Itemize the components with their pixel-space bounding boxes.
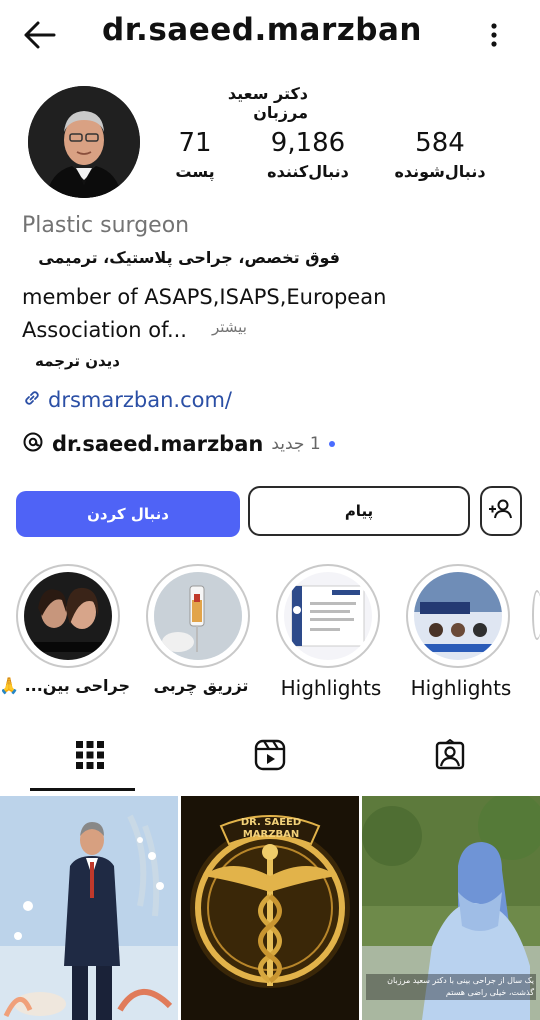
- tab-posts[interactable]: [0, 724, 180, 790]
- highlight-fat-injection[interactable]: [146, 564, 250, 668]
- highlight-certificate[interactable]: [276, 564, 380, 668]
- post-thumbnail[interactable]: یک سال از جراحی بینی با دکتر سعید مرزبان…: [362, 796, 540, 1020]
- stat-followers-value: 9,186: [270, 128, 346, 158]
- threads-link[interactable]: dr.saeed.marzban 1 جدید: [22, 429, 335, 459]
- highlight-label: Highlights: [280, 676, 382, 700]
- stat-posts-label: پست: [175, 162, 215, 181]
- follow-button[interactable]: دنبال کردن: [16, 491, 240, 537]
- profile-category: Plastic surgeon: [22, 213, 190, 238]
- add-user-button[interactable]: [480, 486, 522, 536]
- highlight-thumbnail: [414, 572, 502, 660]
- tab-reels[interactable]: [180, 724, 360, 790]
- stat-following[interactable]: 584 دنبال‌شونده: [390, 128, 490, 181]
- stat-followers[interactable]: 9,186 دنبال‌کننده: [258, 128, 358, 181]
- post-thumbnail[interactable]: [0, 796, 178, 1020]
- highlight-partial[interactable]: [532, 590, 540, 640]
- stat-posts-value: 71: [178, 128, 212, 158]
- bio-more-link[interactable]: بیشتر: [212, 318, 247, 336]
- active-tab-indicator: [30, 788, 135, 791]
- highlight-label: تزریق چربی: [153, 676, 249, 695]
- threads-new-badge: 1 جدید: [271, 434, 321, 454]
- post-caption: DR. SAEED MARZBAN: [240, 817, 302, 840]
- highlight-label: Highlights: [410, 676, 512, 700]
- post-thumbnail[interactable]: DR. SAEED MARZBAN: [181, 796, 359, 1020]
- website-link[interactable]: drsmarzban.com/: [22, 386, 232, 414]
- top-bar: dr.saeed.marzban: [0, 0, 540, 70]
- website-link-text: drsmarzban.com/: [48, 388, 232, 412]
- profile-tabs: [0, 724, 540, 792]
- profile-username: dr.saeed.marzban: [102, 12, 422, 48]
- highlight-rhinoplasty[interactable]: [16, 564, 120, 668]
- reels-icon: [254, 739, 286, 775]
- avatar[interactable]: [28, 86, 140, 198]
- new-dot-icon: [328, 441, 335, 447]
- post-caption: یک سال از جراحی بینی با دکتر سعید مرزبان…: [366, 974, 536, 1000]
- highlight-thumbnail: [284, 572, 372, 660]
- bio-line-1: member of ASAPS,ISAPS,European: [22, 285, 387, 309]
- message-button[interactable]: پیام: [248, 486, 470, 536]
- add-user-icon: [488, 497, 514, 525]
- threads-handle: dr.saeed.marzban: [52, 432, 264, 456]
- grid-icon: [75, 740, 105, 774]
- see-translation-link[interactable]: دیدن ترجمه: [22, 352, 120, 370]
- stat-followers-label: دنبال‌کننده: [267, 162, 349, 181]
- more-vertical-icon[interactable]: [480, 18, 508, 52]
- highlight-label: جراحی بین... 🙏: [2, 676, 130, 695]
- tagged-icon: [434, 738, 466, 775]
- tab-tagged[interactable]: [360, 724, 540, 790]
- highlight-webinar[interactable]: [406, 564, 510, 668]
- arrow-left-icon[interactable]: [20, 18, 60, 52]
- highlight-thumbnail: [154, 572, 242, 660]
- stat-following-label: دنبال‌شونده: [394, 162, 486, 181]
- stat-following-value: 584: [415, 128, 465, 158]
- bio-line-2: Association of...: [22, 318, 187, 342]
- threads-icon: [22, 431, 44, 457]
- link-icon: [22, 388, 42, 412]
- stat-posts[interactable]: 71 پست: [160, 128, 230, 181]
- display-name: دکتر سعید مرزبان: [227, 84, 308, 122]
- highlight-thumbnail: [24, 572, 112, 660]
- bio-persian: فوق تخصص، جراحی پلاستیک، ترمیمی: [38, 248, 340, 267]
